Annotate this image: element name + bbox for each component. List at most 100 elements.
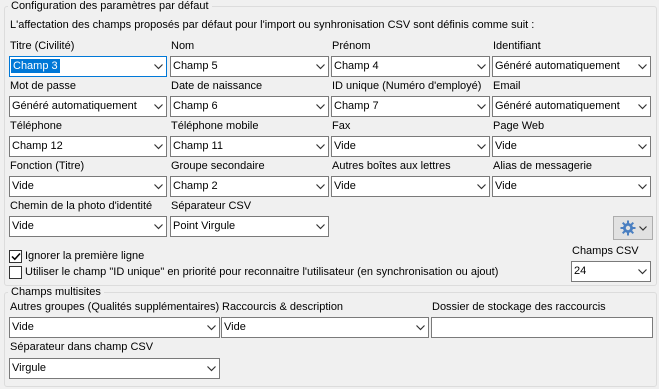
prenom-value: Champ 4	[334, 60, 379, 72]
chevron-down-icon	[473, 97, 489, 116]
mot-de-passe-value: Généré automatiquement	[12, 100, 137, 112]
chevron-down-icon	[312, 217, 328, 236]
unique-id-priority-option[interactable]: Utiliser le champ "ID unique" en priorit…	[9, 265, 498, 279]
label-autres-boites: Autres boîtes aux lettres	[332, 160, 451, 172]
email-combo[interactable]: Généré automatiquement	[492, 96, 651, 117]
unique-id-priority-label: Utiliser le champ "ID unique" en priorit…	[25, 266, 499, 278]
email-value: Généré automatiquement	[495, 100, 620, 112]
groupe-secondaire-value: Champ 2	[173, 180, 218, 192]
telephone-combo[interactable]: Champ 12	[9, 136, 167, 157]
label-telephone-mobile: Téléphone mobile	[171, 120, 259, 132]
label-groupe-secondaire: Groupe secondaire	[171, 160, 265, 172]
label-dossier-stockage: Dossier de stockage des raccourcis	[432, 301, 606, 313]
label-id-unique: ID unique (Numéro d'employé)	[332, 80, 482, 92]
telephone-mobile-combo[interactable]: Champ 11	[170, 136, 329, 157]
chevron-down-icon	[312, 97, 328, 116]
chevron-down-icon	[634, 137, 650, 156]
separateur-csv-combo[interactable]: Point Virgule	[170, 216, 329, 237]
alias-messagerie-combo[interactable]: Vide	[492, 176, 651, 197]
label-autres-groupes: Autres groupes (Qualités supplémentaires…	[10, 301, 220, 313]
titre-value: Champ 3	[11, 59, 60, 73]
label-nom: Nom	[171, 40, 195, 52]
raccourcis-combo[interactable]: Vide	[221, 317, 429, 338]
prenom-combo[interactable]: Champ 4	[331, 56, 490, 77]
autres-boites-value: Vide	[334, 180, 356, 192]
chevron-down-icon	[150, 177, 166, 196]
chevron-down-icon	[203, 359, 219, 378]
chevron-down-icon	[473, 137, 489, 156]
chevron-down-icon	[473, 57, 489, 76]
dossier-stockage-input[interactable]	[431, 317, 653, 338]
telephone-mobile-value: Champ 11	[173, 140, 223, 152]
id-unique-value: Champ 7	[334, 100, 379, 112]
champs-csv-value: 24	[574, 265, 587, 277]
settings-button[interactable]	[613, 216, 653, 240]
default-config-title: Configuration des paramètres par défaut	[8, 0, 212, 13]
intro-text: L'affectation des champs proposés par dé…	[10, 19, 535, 31]
label-email: Email	[493, 80, 521, 92]
chevron-down-icon	[150, 97, 166, 116]
chevron-down-icon	[634, 57, 650, 76]
fonction-value: Vide	[12, 180, 34, 192]
telephone-value: Champ 12	[12, 140, 63, 152]
date-naissance-combo[interactable]: Champ 6	[170, 96, 329, 117]
date-naissance-value: Champ 6	[173, 100, 218, 112]
separateur-champ-combo[interactable]: Virgule	[9, 358, 220, 379]
groupe-secondaire-combo[interactable]: Champ 2	[170, 176, 329, 197]
alias-messagerie-value: Vide	[495, 180, 517, 192]
chevron-down-icon	[312, 137, 328, 156]
ignore-first-line-option[interactable]: Ignorer la première ligne	[9, 249, 144, 263]
chevron-down-icon	[312, 177, 328, 196]
label-telephone: Téléphone	[10, 120, 62, 132]
chevron-down-icon	[634, 177, 650, 196]
ignore-first-line-label: Ignorer la première ligne	[25, 250, 145, 262]
label-chemin-photo: Chemin de la photo d'identité	[10, 200, 153, 212]
label-prenom: Prénom	[332, 40, 371, 52]
label-separateur-csv: Séparateur CSV	[171, 200, 252, 212]
separateur-csv-value: Point Virgule	[173, 220, 236, 232]
separateur-champ-value: Virgule	[12, 362, 47, 374]
label-raccourcis: Raccourcis & description	[222, 301, 344, 313]
fax-value: Vide	[334, 140, 356, 152]
chevron-down-icon	[634, 262, 650, 281]
chevron-down-icon	[203, 318, 219, 337]
mot-de-passe-combo[interactable]: Généré automatiquement	[9, 96, 167, 117]
label-identifiant: Identifiant	[493, 40, 541, 52]
chevron-down-icon	[412, 318, 428, 337]
identifiant-combo[interactable]: Généré automatiquement	[492, 56, 651, 77]
chemin-photo-combo[interactable]: Vide	[9, 216, 167, 237]
label-mot-de-passe: Mot de passe	[10, 80, 77, 92]
label-separateur-champ: Séparateur dans champ CSV	[10, 341, 154, 353]
label-fonction: Fonction (Titre)	[10, 160, 85, 172]
chevron-down-icon	[312, 57, 328, 76]
label-champs-csv: Champs CSV	[572, 245, 639, 257]
nom-combo[interactable]: Champ 5	[170, 56, 329, 77]
gear-icon	[620, 220, 636, 236]
ignore-first-line-checkbox[interactable]	[9, 249, 22, 263]
titre-combo[interactable]: Champ 3	[9, 56, 167, 77]
chevron-down-icon	[150, 217, 166, 236]
fax-combo[interactable]: Vide	[331, 136, 490, 157]
chevron-down-icon	[638, 225, 647, 231]
multisites-title: Champs multisites	[8, 286, 104, 299]
autres-groupes-value: Vide	[12, 321, 34, 333]
page-web-combo[interactable]: Vide	[492, 136, 651, 157]
chemin-photo-value: Vide	[12, 220, 34, 232]
label-fax: Fax	[332, 120, 351, 132]
chevron-down-icon	[634, 97, 650, 116]
autres-boites-combo[interactable]: Vide	[331, 176, 490, 197]
label-date-naissance: Date de naissance	[171, 80, 263, 92]
chevron-down-icon	[150, 137, 166, 156]
autres-groupes-combo[interactable]: Vide	[9, 317, 220, 338]
label-alias-messagerie: Alias de messagerie	[493, 160, 593, 172]
raccourcis-value: Vide	[224, 321, 246, 333]
champs-csv-combo[interactable]: 24	[571, 261, 651, 282]
id-unique-combo[interactable]: Champ 7	[331, 96, 490, 117]
unique-id-priority-checkbox[interactable]	[9, 265, 22, 279]
page-web-value: Vide	[495, 140, 517, 152]
label-page-web: Page Web	[493, 120, 545, 132]
label-titre: Titre (Civilité)	[10, 40, 75, 52]
chevron-down-icon	[150, 57, 166, 76]
identifiant-value: Généré automatiquement	[495, 60, 620, 72]
fonction-combo[interactable]: Vide	[9, 176, 167, 197]
